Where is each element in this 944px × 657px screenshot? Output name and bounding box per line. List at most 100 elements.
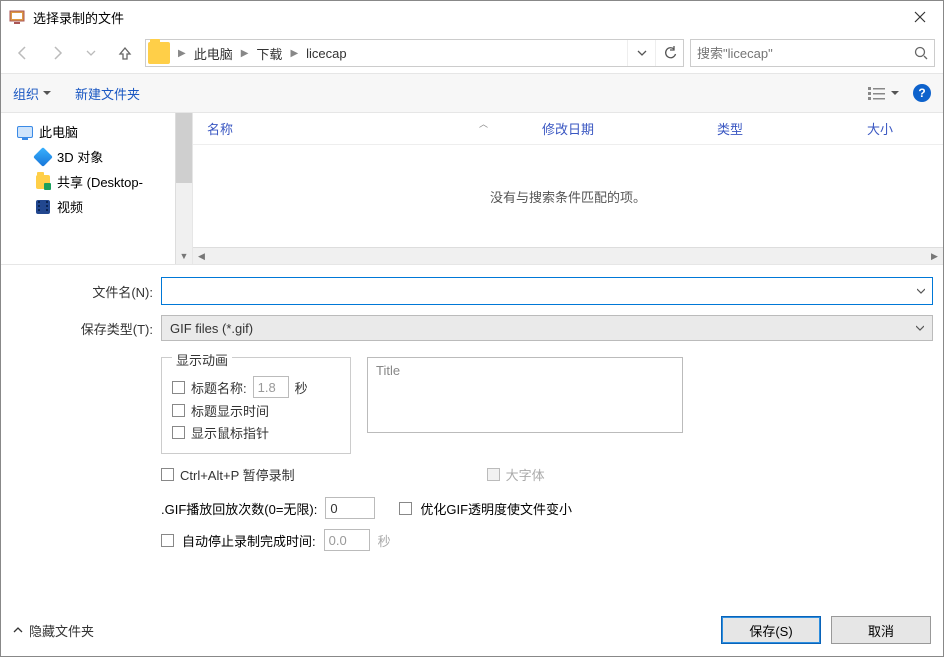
animation-fieldset: 显示动画 标题名称: 1.8 秒 标题显示时间 显示鼠标指针 <box>161 357 351 454</box>
column-size[interactable]: 大小 <box>853 119 943 138</box>
search-icon[interactable] <box>914 46 928 60</box>
tree-label: 共享 (Desktop- <box>57 172 143 191</box>
bigfont-checkbox <box>487 468 500 481</box>
toolbar: 组织 新建文件夹 ? <box>1 73 943 113</box>
pc-icon <box>17 124 33 140</box>
tree-label: 此电脑 <box>39 122 78 141</box>
help-button[interactable]: ? <box>913 84 931 102</box>
filename-combo[interactable] <box>161 277 933 305</box>
filename-dropdown[interactable] <box>910 278 932 304</box>
show-cursor-checkbox[interactable] <box>172 426 185 439</box>
filename-label: 文件名(N): <box>11 282 161 301</box>
search-input[interactable] <box>697 46 914 61</box>
tree-item-share[interactable]: 共享 (Desktop- <box>1 169 192 194</box>
titlebar: 选择录制的文件 <box>1 1 943 33</box>
title-duration-input[interactable]: 1.8 <box>253 376 289 398</box>
breadcrumb: ▶ 此电脑 ▶ 下载 ▶ licecap <box>172 42 627 65</box>
search-field[interactable] <box>690 39 935 67</box>
pause-hotkey-checkbox[interactable] <box>161 468 174 481</box>
column-type[interactable]: 类型 <box>703 119 853 138</box>
folder-tree: 此电脑 3D 对象 共享 (Desktop- 视频 ▲ ▼ <box>1 113 193 264</box>
tree-scrollbar[interactable]: ▲ ▼ <box>175 113 192 264</box>
title-name-label: 标题名称: <box>191 378 247 397</box>
scroll-left-icon[interactable]: ◀ <box>193 248 210 265</box>
column-date[interactable]: 修改日期 <box>528 119 703 138</box>
optimize-label: 优化GIF透明度使文件变小 <box>420 499 572 518</box>
organize-label: 组织 <box>13 84 39 103</box>
autostop-label: 自动停止录制完成时间: <box>182 531 316 550</box>
show-cursor-label: 显示鼠标指针 <box>191 423 269 442</box>
cube-icon <box>35 149 51 165</box>
close-button[interactable] <box>897 1 943 33</box>
chevron-right-icon: ▶ <box>290 48 298 59</box>
footer: 隐藏文件夹 保存(S) 取消 <box>1 604 943 656</box>
save-type-value: GIF files (*.gif) <box>170 321 253 336</box>
address-dropdown[interactable] <box>627 40 655 66</box>
autostop-sec-label: 秒 <box>378 531 391 550</box>
chevron-right-icon: ▶ <box>241 48 249 59</box>
file-list: 名称 ︿ 修改日期 类型 大小 没有与搜索条件匹配的项。 ◀ ▶ <box>193 113 943 264</box>
autostop-checkbox[interactable] <box>161 534 174 547</box>
chevron-down-icon <box>891 89 899 97</box>
list-hscrollbar[interactable]: ◀ ▶ <box>193 247 943 264</box>
animation-legend: 显示动画 <box>172 350 232 369</box>
save-type-label: 保存类型(T): <box>11 319 161 338</box>
list-empty-message: 没有与搜索条件匹配的项。 <box>193 145 943 247</box>
title-name-checkbox[interactable] <box>172 381 185 394</box>
save-button[interactable]: 保存(S) <box>721 616 821 644</box>
loop-count-input[interactable]: 0 <box>325 497 375 519</box>
scroll-down-icon[interactable]: ▼ <box>176 247 192 264</box>
back-button[interactable] <box>9 39 37 67</box>
hide-folders-label: 隐藏文件夹 <box>29 621 94 640</box>
file-fields: 文件名(N): 保存类型(T): GIF files (*.gif) <box>1 265 943 351</box>
up-button[interactable] <box>111 39 139 67</box>
crumb-licecap[interactable]: licecap <box>302 44 350 63</box>
column-headers: 名称 ︿ 修改日期 类型 大小 <box>193 113 943 145</box>
forward-button[interactable] <box>43 39 71 67</box>
chevron-right-icon: ▶ <box>178 48 186 59</box>
sort-indicator-icon: ︿ <box>479 117 488 130</box>
new-folder-button[interactable]: 新建文件夹 <box>75 84 140 103</box>
crumb-downloads[interactable]: 下载 <box>252 42 286 65</box>
tree-label: 3D 对象 <box>57 147 103 166</box>
crumb-pc[interactable]: 此电脑 <box>190 42 237 65</box>
title-placeholder: Title <box>376 363 400 378</box>
shared-folder-icon <box>35 174 51 190</box>
tree-item-3d[interactable]: 3D 对象 <box>1 144 192 169</box>
tree-label: 视频 <box>57 197 83 216</box>
seconds-label: 秒 <box>295 378 308 397</box>
tree-item-video[interactable]: 视频 <box>1 194 192 219</box>
recent-dropdown[interactable] <box>77 39 105 67</box>
scroll-thumb[interactable] <box>176 113 192 183</box>
optimize-checkbox[interactable] <box>399 502 412 515</box>
filename-input[interactable] <box>162 278 910 304</box>
chevron-down-icon <box>43 89 51 97</box>
video-icon <box>35 199 51 215</box>
pause-hotkey-label: Ctrl+Alt+P 暂停录制 <box>180 465 295 484</box>
chevron-down-icon <box>916 324 924 332</box>
cancel-button[interactable]: 取消 <box>831 616 931 644</box>
column-name[interactable]: 名称 ︿ <box>193 119 528 138</box>
refresh-button[interactable] <box>655 40 683 66</box>
window-title: 选择录制的文件 <box>33 8 897 27</box>
tree-item-pc[interactable]: 此电脑 <box>1 119 192 144</box>
save-type-select[interactable]: GIF files (*.gif) <box>161 315 933 341</box>
bigfont-label: 大字体 <box>506 465 545 484</box>
title-time-label: 标题显示时间 <box>191 401 269 420</box>
hide-folders-toggle[interactable]: 隐藏文件夹 <box>13 621 94 640</box>
new-folder-label: 新建文件夹 <box>75 84 140 103</box>
address-bar[interactable]: ▶ 此电脑 ▶ 下载 ▶ licecap <box>145 39 684 67</box>
list-view-icon <box>868 86 886 100</box>
explorer-body: 此电脑 3D 对象 共享 (Desktop- 视频 ▲ ▼ 名称 <box>1 113 943 265</box>
chevron-up-icon <box>13 625 23 635</box>
scroll-right-icon[interactable]: ▶ <box>926 248 943 265</box>
options-panel: 显示动画 标题名称: 1.8 秒 标题显示时间 显示鼠标指针 Ti <box>1 351 943 551</box>
organize-menu[interactable]: 组织 <box>13 84 51 103</box>
view-options-button[interactable] <box>868 86 899 100</box>
title-textarea[interactable]: Title <box>367 357 683 433</box>
folder-icon <box>148 42 170 64</box>
nav-row: ▶ 此电脑 ▶ 下载 ▶ licecap <box>1 33 943 73</box>
title-time-checkbox[interactable] <box>172 404 185 417</box>
app-icon <box>9 9 25 25</box>
autostop-value-input[interactable]: 0.0 <box>324 529 370 551</box>
